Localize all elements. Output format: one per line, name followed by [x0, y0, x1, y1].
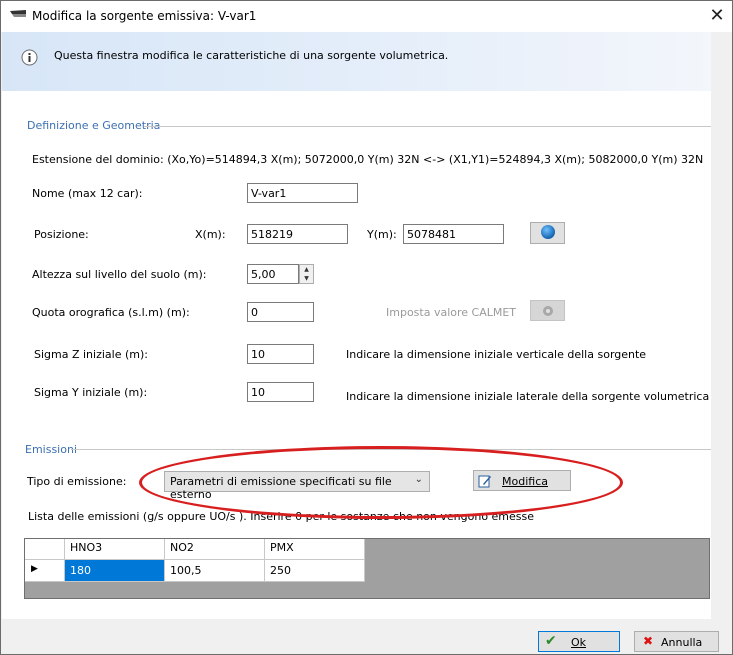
- height-spinner[interactable]: ▲ ▼: [299, 264, 314, 284]
- sigma-y-label: Sigma Y iniziale (m):: [34, 386, 148, 399]
- height-label: Altezza sul livello del suolo (m):: [32, 268, 207, 281]
- table-cell[interactable]: 180: [65, 560, 165, 582]
- row-pointer-icon: ▶: [31, 564, 38, 574]
- info-icon: [21, 49, 38, 66]
- cancel-button-label: Annulla: [661, 636, 703, 649]
- settings-icon: [543, 306, 553, 316]
- window-title: Modifica la sorgente emissiva: V-var1: [32, 9, 257, 23]
- spinner-down-icon[interactable]: ▼: [300, 274, 313, 283]
- quota-label: Quota orografica (s.l.m) (m):: [32, 306, 190, 319]
- height-input[interactable]: [247, 264, 299, 284]
- table-cell[interactable]: 100,5: [165, 560, 265, 582]
- footer-bar: [2, 619, 731, 654]
- sigma-z-input[interactable]: [247, 344, 314, 364]
- x-icon: ✖: [643, 634, 654, 648]
- calmet-button[interactable]: [530, 300, 565, 321]
- spinner-up-icon[interactable]: ▲: [300, 265, 313, 274]
- close-icon[interactable]: ✕: [704, 4, 730, 28]
- name-label: Nome (max 12 car):: [32, 187, 143, 200]
- scrollbar-track[interactable]: [712, 32, 730, 619]
- sigma-z-hint: Indicare la dimensione iniziale vertical…: [346, 348, 647, 361]
- sigma-z-label: Sigma Z iniziale (m):: [34, 348, 148, 361]
- group-title-geometry: Definizione e Geometria: [27, 119, 161, 132]
- sigma-y-hint: Indicare la dimensione iniziale laterale…: [346, 390, 710, 403]
- quota-input[interactable]: [247, 302, 314, 322]
- y-label: Y(m):: [367, 228, 397, 241]
- column-header[interactable]: PMX: [265, 539, 365, 560]
- name-input[interactable]: [247, 183, 358, 203]
- group-title-emissions: Emissioni: [25, 443, 77, 456]
- ok-button-label: Ok: [571, 636, 587, 649]
- app-icon: [10, 10, 26, 17]
- column-header[interactable]: HNO3: [65, 539, 165, 560]
- domain-extent-text: Estensione del dominio: (Xo,Yo)=514894,3…: [32, 153, 704, 166]
- grid-corner: [25, 539, 65, 560]
- row-header[interactable]: ▶: [25, 560, 65, 582]
- title-bar: Modifica la sorgente emissiva: V-var1 ✕: [1, 1, 732, 32]
- emission-type-label: Tipo di emissione:: [27, 475, 127, 488]
- table-cell[interactable]: 250: [265, 560, 365, 582]
- sigma-y-input[interactable]: [247, 382, 314, 402]
- ok-button[interactable]: ✔ Ok: [538, 631, 620, 652]
- group-divider: [144, 126, 711, 127]
- map-button[interactable]: [530, 222, 565, 244]
- cancel-button[interactable]: ✖ Annulla: [634, 631, 719, 652]
- highlight-ellipse: [139, 446, 623, 519]
- column-header[interactable]: NO2: [165, 539, 265, 560]
- check-icon: ✔: [545, 633, 557, 649]
- calmet-label: Imposta valore CALMET: [386, 306, 517, 319]
- x-coordinate-input[interactable]: [247, 224, 348, 244]
- globe-icon: [541, 225, 555, 239]
- position-label: Posizione:: [34, 228, 89, 241]
- dialog-window: Modifica la sorgente emissiva: V-var1 ✕ …: [0, 0, 733, 655]
- banner-text: Questa finestra modifica le caratteristi…: [54, 49, 449, 62]
- emissions-grid: HNO3 NO2 PMX ▶ 180 100,5 250: [24, 538, 710, 599]
- y-coordinate-input[interactable]: [403, 224, 504, 244]
- x-label: X(m):: [195, 228, 226, 241]
